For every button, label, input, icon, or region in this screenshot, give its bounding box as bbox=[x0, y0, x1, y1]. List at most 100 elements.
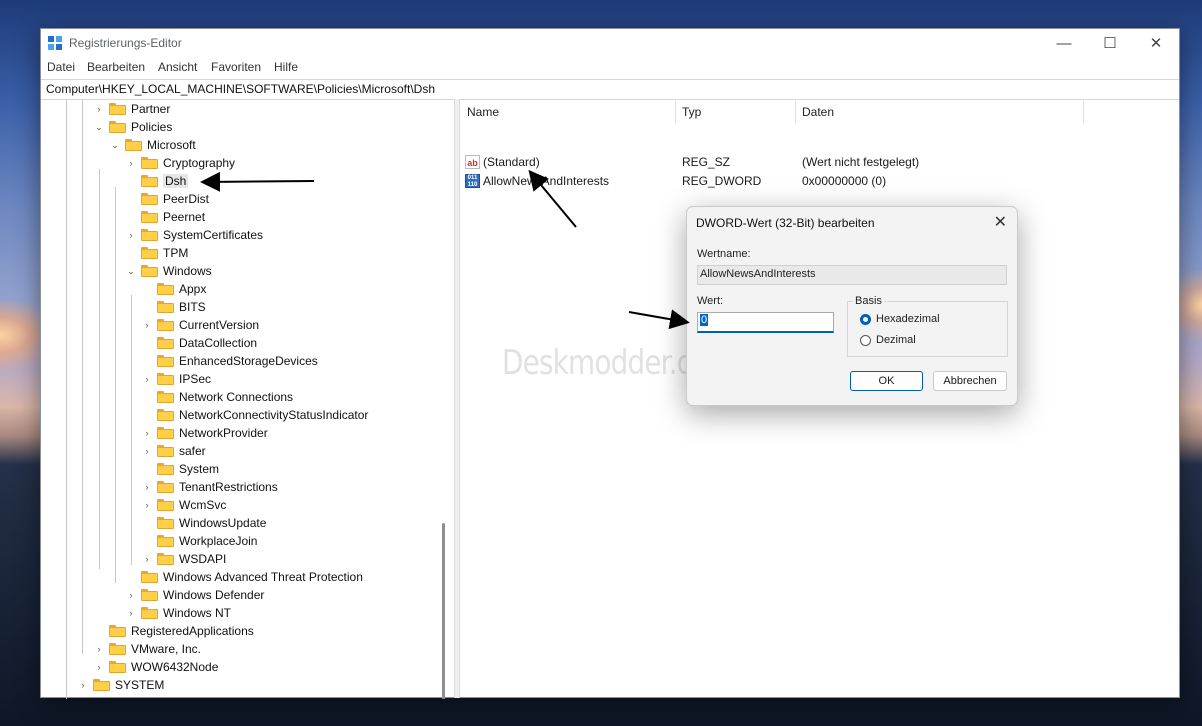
tree-item-partner[interactable]: › Partner bbox=[93, 100, 171, 118]
hexadecimal-label[interactable]: Hexadezimal bbox=[876, 313, 940, 325]
value-name-label: Wertname: bbox=[697, 248, 751, 260]
expand-chevron-icon[interactable]: › bbox=[141, 370, 153, 388]
expand-chevron-icon[interactable]: › bbox=[141, 316, 153, 334]
tree-item-watp[interactable]: Windows Advanced Threat Protection bbox=[125, 568, 363, 586]
tree-item-windowsupdate[interactable]: WindowsUpdate bbox=[141, 514, 266, 532]
column-separator[interactable] bbox=[1083, 101, 1084, 123]
value-data-text[interactable]: 0 bbox=[700, 314, 709, 326]
tree-item-ncsi[interactable]: NetworkConnectivityStatusIndicator bbox=[141, 406, 368, 424]
tree-item-enhancedstoragedevices[interactable]: EnhancedStorageDevices bbox=[141, 352, 318, 370]
tree-item-ipsec[interactable]: › IPSec bbox=[141, 370, 212, 388]
tree-item-networkconnections[interactable]: Network Connections bbox=[141, 388, 293, 406]
tree-scrollbar-thumb[interactable] bbox=[442, 523, 445, 699]
tree-item-peerdist[interactable]: PeerDist bbox=[125, 190, 209, 208]
dialog-close-icon[interactable]: ✕ bbox=[994, 212, 1007, 232]
collapse-chevron-icon[interactable]: ⌄ bbox=[125, 262, 137, 280]
tree-item-peernet[interactable]: Peernet bbox=[125, 208, 205, 226]
value-data-input[interactable]: 0 bbox=[697, 312, 834, 333]
folder-icon bbox=[157, 499, 174, 511]
tree-item-windowsdefender[interactable]: › Windows Defender bbox=[125, 586, 265, 604]
folder-icon bbox=[157, 463, 174, 475]
tree-item-microsoft[interactable]: ⌄ Microsoft bbox=[109, 136, 195, 154]
menu-ansicht[interactable]: Ansicht bbox=[158, 60, 197, 74]
window-title: Registrierungs-Editor bbox=[69, 36, 182, 50]
folder-icon bbox=[157, 553, 174, 565]
value-data: (Wert nicht festgelegt) bbox=[802, 155, 920, 169]
close-button[interactable]: ✕ bbox=[1133, 29, 1179, 57]
tree-item-safer[interactable]: › safer bbox=[141, 442, 206, 460]
expand-chevron-icon[interactable]: › bbox=[125, 154, 137, 172]
menu-datei[interactable]: Datei bbox=[47, 60, 75, 74]
value-row[interactable]: ab (Standard) REG_SZ (Wert nicht festgel… bbox=[465, 153, 1165, 171]
title-bar[interactable]: Registrierungs-Editor — ☐ ✕ bbox=[41, 29, 1179, 57]
expand-chevron-icon[interactable]: › bbox=[141, 496, 153, 514]
tree-item-datacollection[interactable]: DataCollection bbox=[141, 334, 257, 352]
menu-hilfe[interactable]: Hilfe bbox=[274, 60, 298, 74]
tree-item-windows[interactable]: ⌄ Windows bbox=[125, 262, 211, 280]
tree-item-currentversion[interactable]: › CurrentVersion bbox=[141, 316, 260, 334]
hexadecimal-radio[interactable] bbox=[860, 314, 871, 325]
tree-item-systemcertificates[interactable]: › SystemCertificates bbox=[125, 226, 264, 244]
expand-chevron-icon[interactable]: › bbox=[141, 424, 153, 442]
expand-chevron-icon[interactable]: › bbox=[125, 226, 137, 244]
tree-guide-line bbox=[82, 99, 83, 654]
expand-chevron-icon[interactable]: › bbox=[125, 586, 137, 604]
folder-icon bbox=[141, 229, 158, 241]
expand-chevron-icon[interactable]: › bbox=[141, 442, 153, 460]
column-header-type[interactable]: Typ bbox=[682, 105, 701, 119]
address-bar[interactable]: Computer\HKEY_LOCAL_MACHINE\SOFTWARE\Pol… bbox=[41, 79, 1179, 100]
tree-item-workplacejoin[interactable]: WorkplaceJoin bbox=[141, 532, 257, 550]
expand-chevron-icon[interactable]: › bbox=[77, 676, 89, 694]
cancel-button[interactable]: Abbrechen bbox=[933, 371, 1007, 391]
decimal-radio[interactable] bbox=[860, 335, 871, 346]
value-row[interactable]: 011 110 AllowNewsAndInterests REG_DWORD … bbox=[465, 172, 1165, 190]
column-header-data[interactable]: Daten bbox=[802, 105, 834, 119]
folder-icon bbox=[109, 661, 126, 673]
tree-item-bits[interactable]: BITS bbox=[141, 298, 206, 316]
folder-icon bbox=[109, 643, 126, 655]
tree-item-tpm[interactable]: TPM bbox=[125, 244, 188, 262]
tree-item-dsh[interactable]: Dsh bbox=[125, 172, 189, 190]
tree-item-cryptography[interactable]: › Cryptography bbox=[125, 154, 236, 172]
collapse-chevron-icon[interactable]: ⌄ bbox=[109, 136, 121, 154]
tree-item-wow6432node[interactable]: › WOW6432Node bbox=[93, 658, 219, 676]
tree-item-wsdapi[interactable]: › WSDAPI bbox=[141, 550, 227, 568]
key-tree-pane[interactable]: › Partner ⌄ Policies ⌄ Microsoft › Cryptogra… bbox=[41, 99, 454, 699]
collapse-chevron-icon[interactable]: ⌄ bbox=[93, 118, 105, 136]
folder-icon bbox=[93, 679, 110, 691]
folder-icon bbox=[141, 175, 158, 187]
decimal-label[interactable]: Dezimal bbox=[876, 334, 916, 346]
expand-chevron-icon[interactable]: › bbox=[141, 550, 153, 568]
tree-item-windowsnt[interactable]: › Windows NT bbox=[125, 604, 232, 622]
tree-item-system[interactable]: System bbox=[141, 460, 219, 478]
base-groupbox bbox=[847, 301, 1008, 357]
tree-item-appx[interactable]: Appx bbox=[141, 280, 206, 298]
column-header-name[interactable]: Name bbox=[467, 105, 499, 119]
value-data-label: Wert: bbox=[697, 295, 724, 307]
tree-item-system-hive[interactable]: › SYSTEM bbox=[77, 676, 165, 694]
expand-chevron-icon[interactable]: › bbox=[93, 658, 105, 676]
folder-icon bbox=[157, 337, 174, 349]
tree-item-registeredapplications[interactable]: RegisteredApplications bbox=[93, 622, 254, 640]
tree-item-networkprovider[interactable]: › NetworkProvider bbox=[141, 424, 268, 442]
tree-item-vmware[interactable]: › VMware, Inc. bbox=[93, 640, 202, 658]
regedit-app-icon bbox=[48, 36, 62, 50]
folder-icon bbox=[157, 319, 174, 331]
menu-favoriten[interactable]: Favoriten bbox=[211, 60, 261, 74]
tree-item-wcmsvc[interactable]: › WcmSvc bbox=[141, 496, 227, 514]
folder-icon bbox=[141, 193, 158, 205]
tree-item-tenantrestrictions[interactable]: › TenantRestrictions bbox=[141, 478, 278, 496]
ok-button[interactable]: OK bbox=[850, 371, 923, 391]
address-path[interactable]: Computer\HKEY_LOCAL_MACHINE\SOFTWARE\Pol… bbox=[46, 82, 435, 96]
expand-chevron-icon[interactable]: › bbox=[141, 478, 153, 496]
column-separator[interactable] bbox=[675, 101, 676, 123]
minimize-button[interactable]: — bbox=[1041, 29, 1087, 57]
column-separator[interactable] bbox=[795, 101, 796, 123]
expand-chevron-icon[interactable]: › bbox=[93, 640, 105, 658]
tree-item-policies[interactable]: ⌄ Policies bbox=[93, 118, 172, 136]
expand-chevron-icon[interactable]: › bbox=[93, 100, 105, 118]
expand-chevron-icon[interactable]: › bbox=[125, 604, 137, 622]
menu-bearbeiten[interactable]: Bearbeiten bbox=[87, 60, 145, 74]
menu-bar: Datei Bearbeiten Ansicht Favoriten Hilfe bbox=[41, 59, 1179, 77]
maximize-button[interactable]: ☐ bbox=[1087, 29, 1133, 57]
